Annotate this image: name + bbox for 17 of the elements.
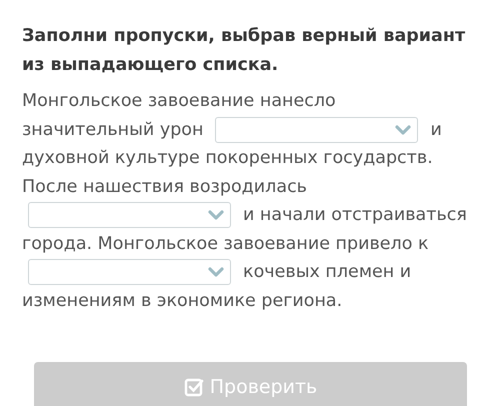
passage-text: После нашествия возродилась — [22, 176, 307, 199]
passage-text: и начали отстраиваться — [243, 204, 467, 228]
checkbox-icon — [184, 377, 204, 397]
chevron-down-icon — [208, 267, 224, 278]
answer-dropdown[interactable] — [28, 259, 231, 286]
passage-text: значительный урон — [22, 118, 204, 142]
passage-text: кочевых племен и — [243, 261, 412, 284]
passage-text: Монгольское завоевание нанесло — [22, 90, 336, 114]
passage-text: изменениям в экономике региона. — [22, 290, 342, 313]
answer-dropdown[interactable] — [28, 202, 231, 228]
passage-text: города. Монгольское завоевание привело к — [22, 232, 429, 256]
passage-text: духовной культуре покоренных государств. — [22, 147, 433, 170]
chevron-down-icon — [208, 210, 224, 220]
passage-text: и — [430, 118, 442, 142]
task-title: Заполни пропуски, выбрав верный вариант из выпадающего списка. — [22, 25, 466, 77]
chevron-down-icon — [395, 124, 412, 135]
answer-dropdown[interactable] — [215, 116, 418, 143]
